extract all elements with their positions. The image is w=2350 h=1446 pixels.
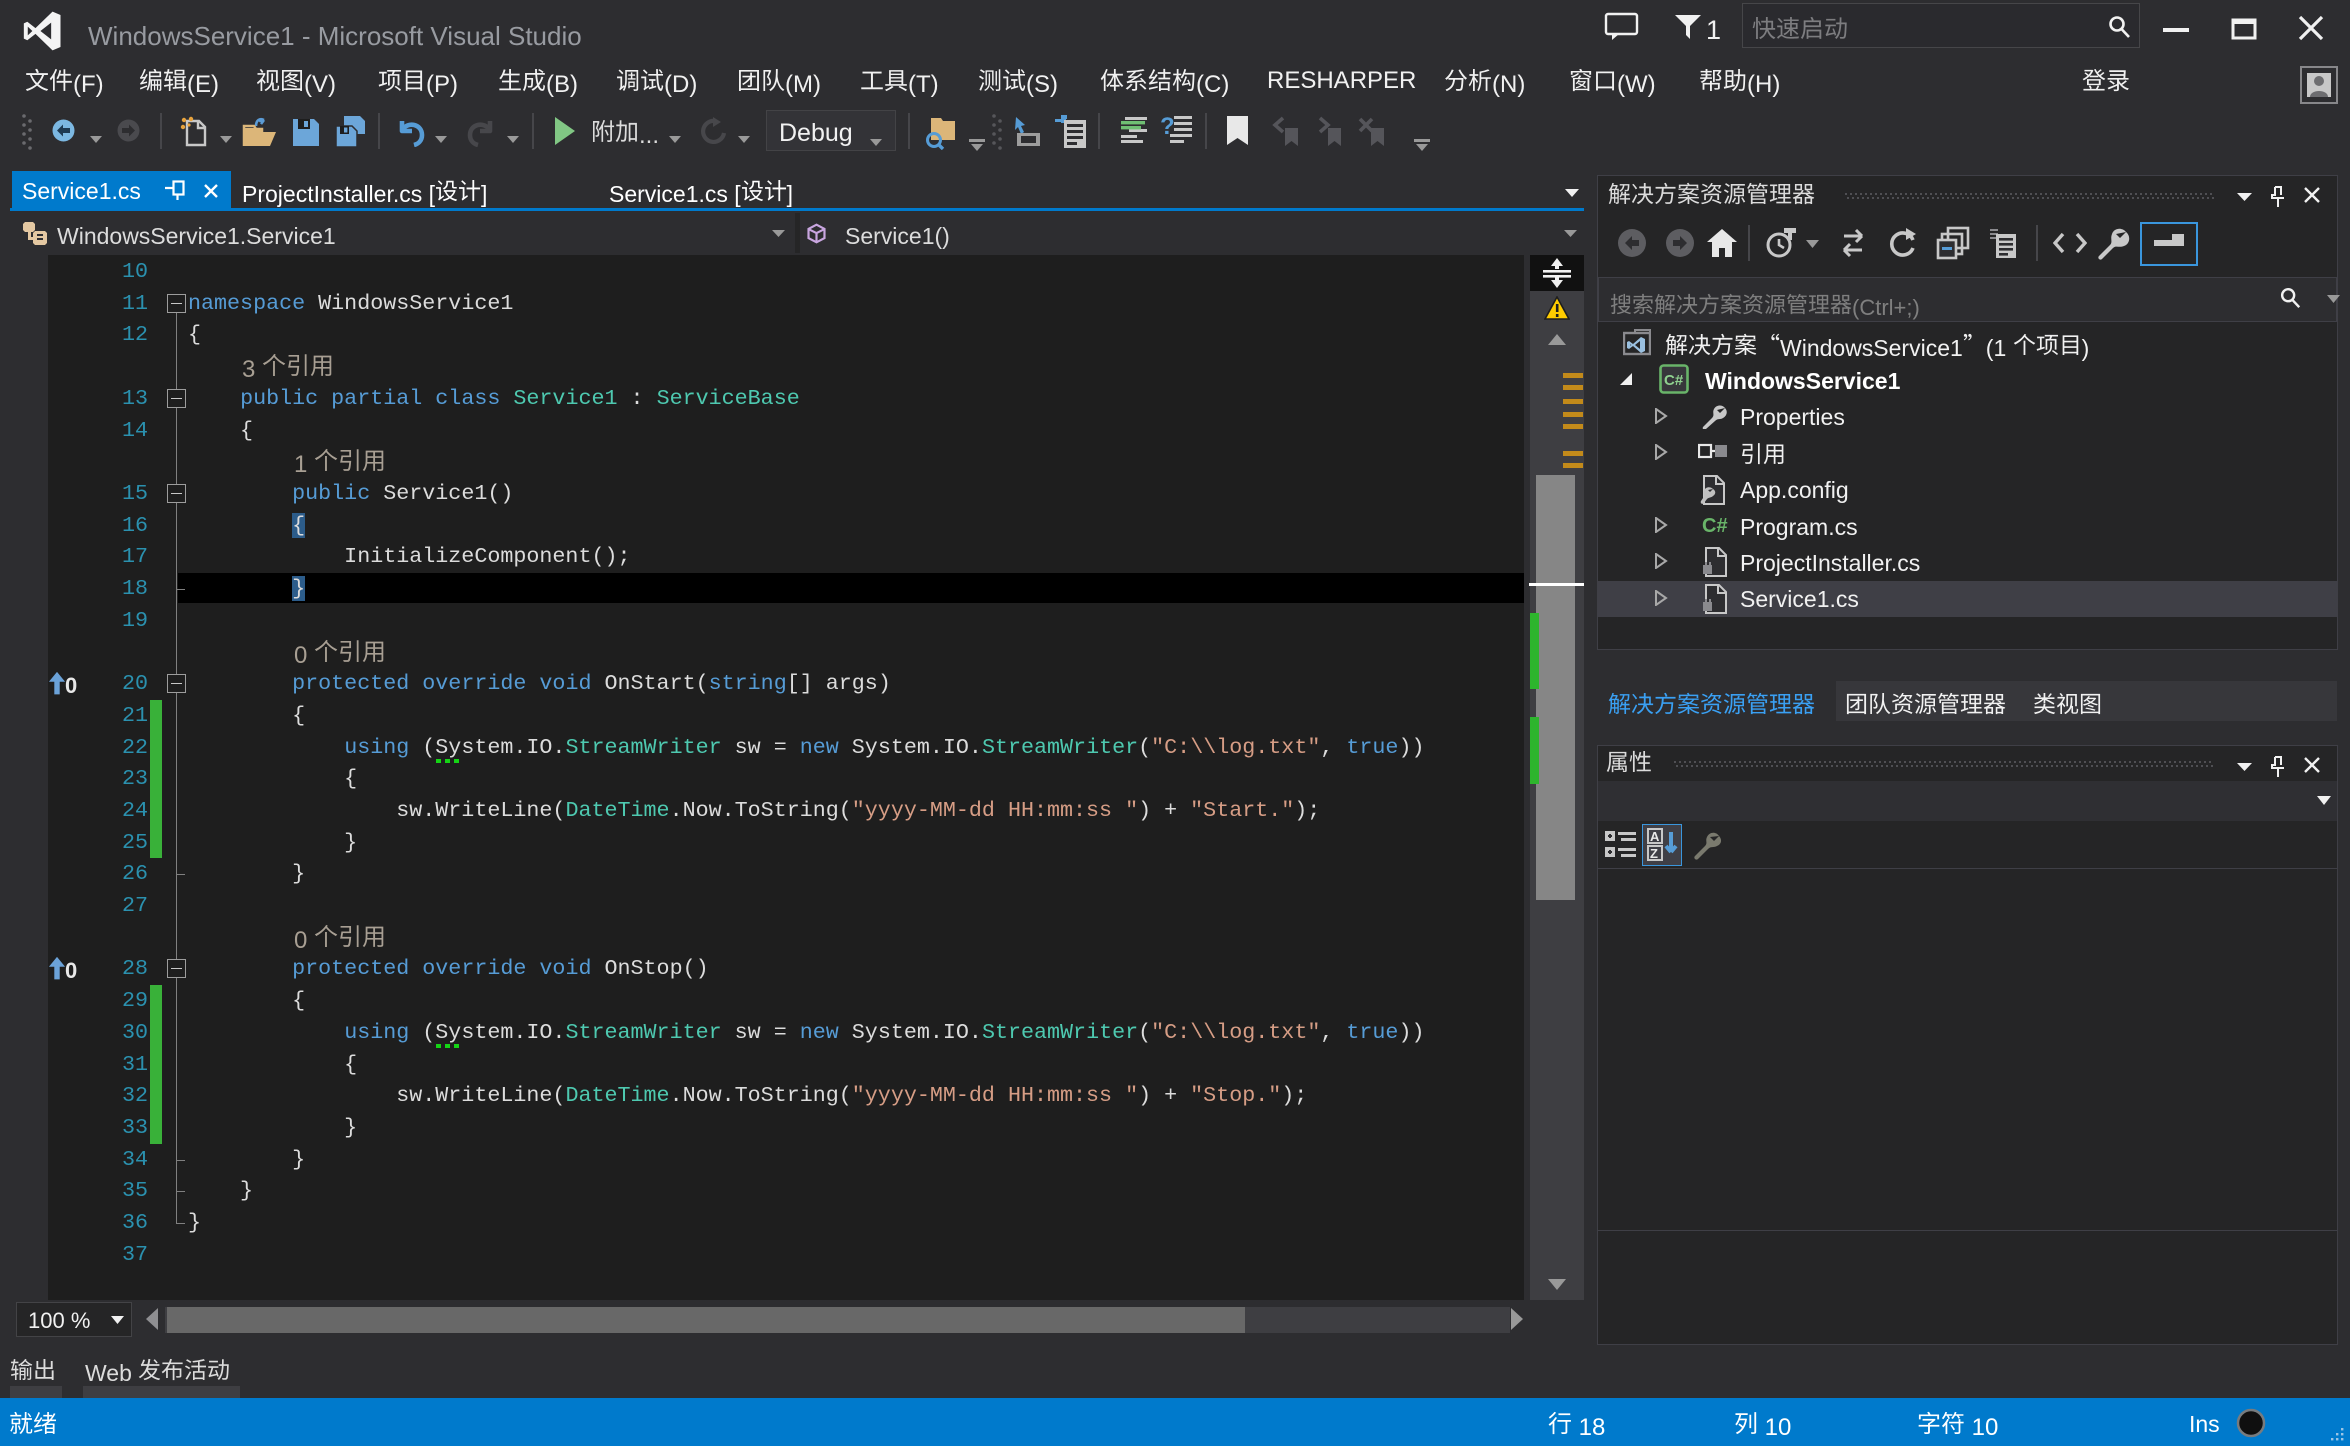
svg-text:C#: C#: [1664, 372, 1684, 389]
svg-text:0: 0: [65, 958, 77, 982]
svg-text:0: 0: [65, 673, 77, 697]
svg-text:?: ?: [1160, 114, 1175, 140]
svg-text:Z: Z: [1650, 846, 1658, 861]
svg-text:A: A: [1650, 829, 1660, 844]
svg-text:C#: C#: [1702, 515, 1728, 537]
